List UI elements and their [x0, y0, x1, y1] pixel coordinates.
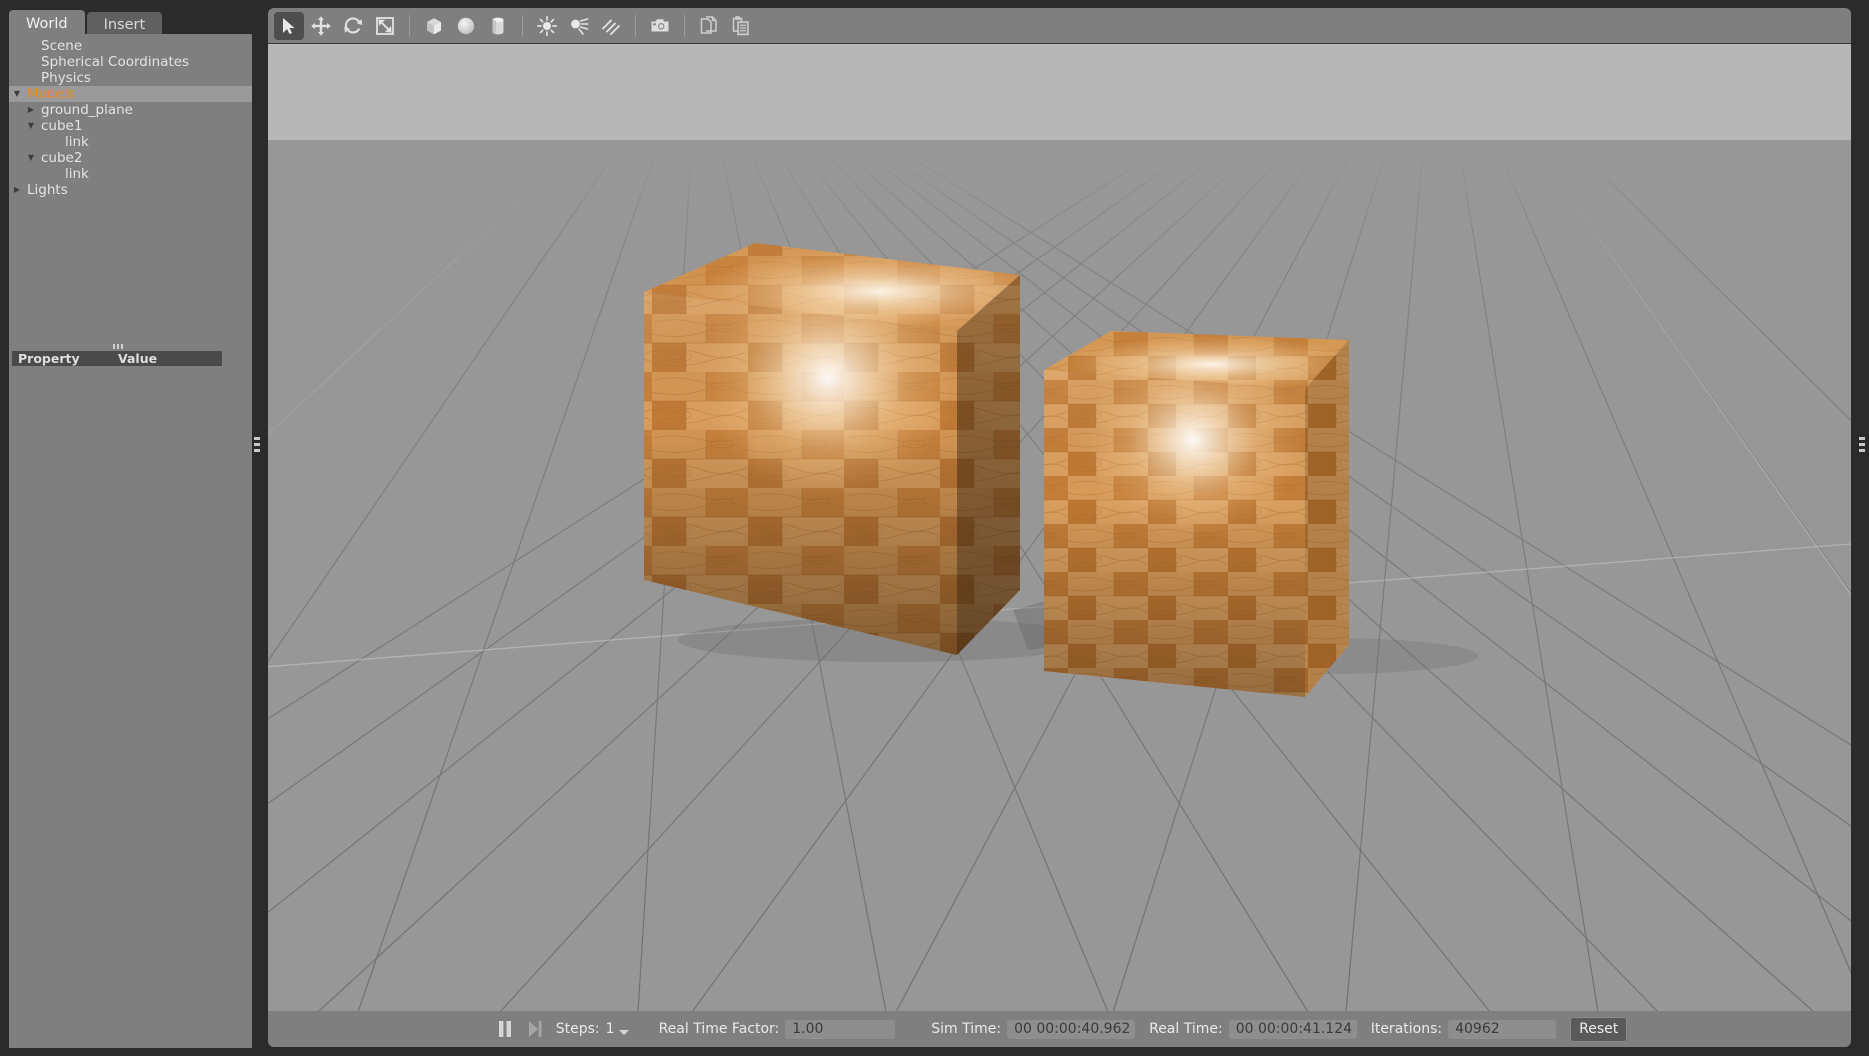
iterations-value: 40962	[1448, 1019, 1557, 1039]
tree-no-chevron: ▶	[25, 38, 37, 54]
chevron-down-icon[interactable]: ▼	[25, 118, 37, 134]
tree-item-physics[interactable]: ▶Physics	[9, 70, 254, 86]
scene-toolbar	[268, 8, 1851, 43]
left-panel: World Insert ▶Scene▶Spherical Coordinate…	[0, 0, 258, 1056]
render-viewport-3d[interactable]	[268, 43, 1851, 1011]
toolbar-separator	[635, 14, 636, 37]
tree-item-link[interactable]: ▶link	[9, 166, 254, 182]
sim-time-value: 00 00:00:40.962	[1007, 1019, 1136, 1039]
toolbar-separator	[522, 14, 523, 37]
sky-backdrop	[268, 44, 1851, 140]
tree-item-ground-plane[interactable]: ▶ ground_plane	[9, 102, 254, 118]
world-panel-body: ▶Scene▶Spherical Coordinates▶Physics▼Mod…	[9, 34, 254, 1048]
chevron-down-icon[interactable]: ▼	[11, 86, 23, 102]
tree-item-label: ground_plane	[41, 102, 133, 118]
tree-item-spherical-coordinates[interactable]: ▶Spherical Coordinates	[9, 54, 254, 70]
real-time-label: Real Time:	[1149, 1021, 1223, 1037]
tree-item-link[interactable]: ▶link	[9, 134, 254, 150]
steps-value[interactable]: 1	[606, 1021, 615, 1037]
tree-item-models[interactable]: ▼ Models	[9, 86, 254, 102]
chevron-right-icon[interactable]: ▶	[11, 182, 23, 198]
directional-light-icon[interactable]	[596, 12, 626, 40]
translate-icon[interactable]	[306, 12, 336, 40]
toolbar-separator	[409, 14, 410, 37]
tree-item-label: link	[65, 166, 89, 182]
tree-item-cube2[interactable]: ▼ cube2	[9, 150, 254, 166]
tree-item-label: Spherical Coordinates	[41, 54, 190, 70]
real-time-value: 00 00:00:41.124	[1228, 1019, 1357, 1039]
cube2-render	[1044, 331, 1478, 697]
ground-plane	[268, 140, 1851, 1011]
scale-icon[interactable]	[370, 12, 400, 40]
tree-item-lights[interactable]: ▶ Lights	[9, 182, 254, 198]
left-splitter[interactable]	[252, 0, 262, 1056]
tree-item-cube1[interactable]: ▼ cube1	[9, 118, 254, 134]
tree-item-label: cube1	[41, 118, 83, 134]
tree-item-label: Physics	[41, 70, 91, 86]
chevron-right-icon[interactable]: ▶	[25, 102, 37, 118]
spot-light-icon[interactable]	[564, 12, 594, 40]
simulation-status-bar: Steps: 1 Real Time Factor: 1.00 Sim Time…	[268, 1011, 1851, 1047]
real-time-factor-label: Real Time Factor:	[658, 1021, 780, 1037]
camera-icon[interactable]	[645, 12, 675, 40]
real-time-factor-value: 1.00	[785, 1019, 896, 1039]
tree-item-scene[interactable]: ▶Scene	[9, 38, 254, 54]
left-splitter-grip[interactable]	[254, 437, 260, 452]
reset-button[interactable]: Reset	[1570, 1016, 1628, 1042]
toolbar-separator	[684, 14, 685, 37]
point-light-icon[interactable]	[532, 12, 562, 40]
main-area: Steps: 1 Real Time Factor: 1.00 Sim Time…	[264, 0, 1855, 1056]
tree-item-label: link	[65, 134, 89, 150]
tree-item-label: Models	[27, 86, 75, 102]
pause-icon[interactable]	[492, 1016, 518, 1042]
tree-no-chevron: ▶	[49, 134, 61, 150]
iterations-label: Iterations:	[1370, 1021, 1443, 1037]
cube2-right-face	[1305, 340, 1349, 697]
rotate-icon[interactable]	[338, 12, 368, 40]
steps-dropdown-chevron-icon[interactable]	[618, 1029, 629, 1035]
gazebo-window: World Insert ▶Scene▶Spherical Coordinate…	[0, 0, 1869, 1056]
paste-icon[interactable]	[726, 12, 756, 40]
value-column-header: Value	[118, 351, 158, 366]
cylinder-icon[interactable]	[483, 12, 513, 40]
tree-item-label: cube2	[41, 150, 83, 166]
property-splitter-grip[interactable]	[113, 344, 127, 349]
select-arrow-icon[interactable]	[274, 11, 304, 40]
step-forward-icon[interactable]	[522, 1016, 548, 1042]
tree-no-chevron: ▶	[49, 166, 61, 182]
tree-no-chevron: ▶	[25, 70, 37, 86]
box-icon[interactable]	[419, 12, 449, 40]
world-tree: ▶Scene▶Spherical Coordinates▶Physics▼Mod…	[9, 38, 254, 198]
tree-item-label: Lights	[27, 182, 68, 198]
right-splitter[interactable]	[1855, 0, 1869, 1056]
tree-item-label: Scene	[41, 38, 83, 54]
right-splitter-grip[interactable]	[1859, 437, 1865, 452]
property-column-header: Property	[18, 351, 80, 366]
property-table-header: Property Value	[12, 351, 222, 366]
sim-time-label: Sim Time:	[931, 1021, 1002, 1037]
sphere-icon[interactable]	[451, 12, 481, 40]
steps-label: Steps:	[555, 1021, 600, 1037]
copy-icon[interactable]	[694, 12, 724, 40]
tree-no-chevron: ▶	[25, 54, 37, 70]
chevron-down-icon[interactable]: ▼	[25, 150, 37, 166]
cube2-front-face	[1044, 340, 1305, 697]
